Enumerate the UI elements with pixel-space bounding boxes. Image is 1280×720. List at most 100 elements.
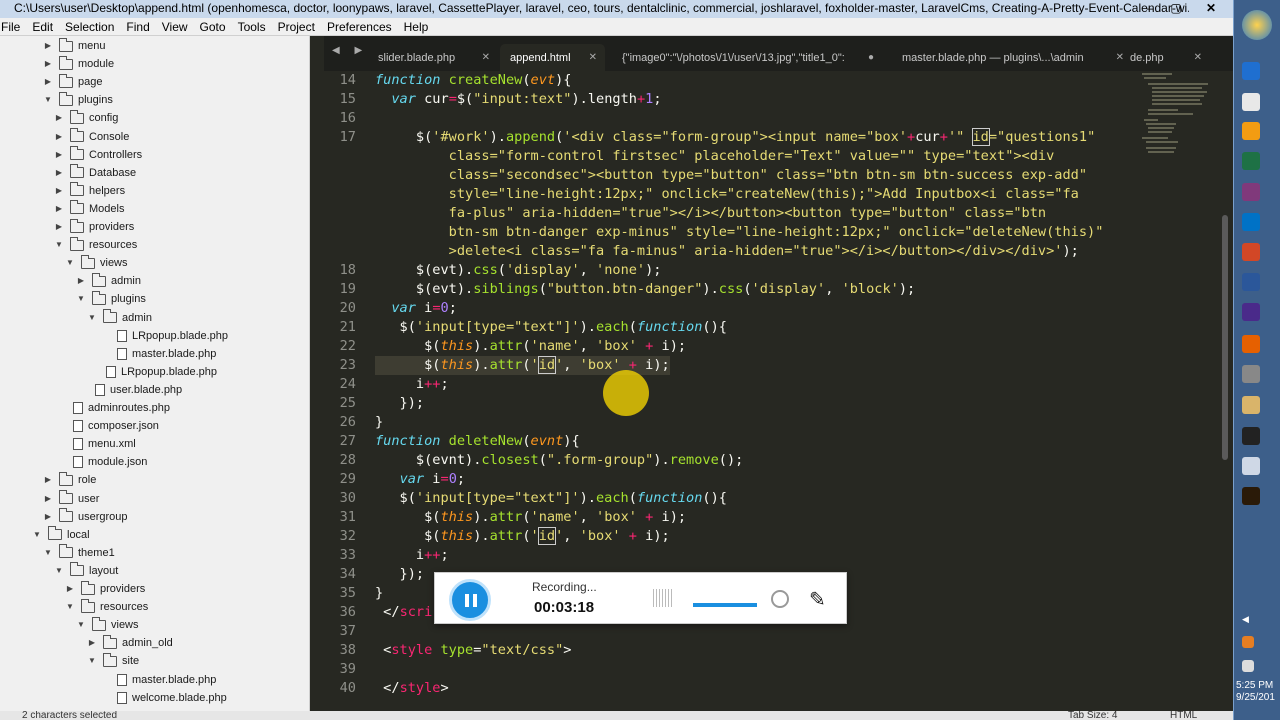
code-line[interactable]: class="form-control firstsec" placeholde… [324,147,1134,166]
tree-item[interactable]: ▶ providers [65,580,145,598]
chrome-icon[interactable] [1242,93,1260,111]
chevron-right-icon[interactable]: ▶ [43,73,53,91]
tree-item[interactable]: ▶ role [43,471,96,489]
volume-slider[interactable] [693,603,757,607]
chevron-right-icon[interactable]: ▶ [54,218,64,236]
editor-tab[interactable]: append.html ✕ [500,44,605,72]
status-syntax[interactable]: HTML [1170,711,1197,720]
editor-tab[interactable]: de.php ✕ [1120,44,1210,72]
chevron-down-icon[interactable]: ▼ [76,616,86,634]
photoshop-icon[interactable] [1242,303,1260,321]
code-line[interactable]: 29 var i=0; [324,470,1134,489]
code-line[interactable]: 27 function deleteNew(evnt){ [324,432,1134,451]
code-line[interactable]: 23 $(this).attr('id', 'box' + i); [324,356,1134,375]
tree-item[interactable]: module.json [54,453,147,471]
excel-icon[interactable] [1242,152,1260,170]
chevron-down-icon[interactable]: ▼ [32,526,42,544]
tree-item[interactable]: ▶ module [43,55,114,73]
minimize-button[interactable]: – [1137,0,1163,18]
tree-item[interactable]: ▼ views [76,616,139,634]
code-line[interactable]: 17 $('#work').append('<div class="form-g… [324,128,1134,147]
code-line[interactable]: 22 $(this).attr('name', 'box' + i); [324,337,1134,356]
code-line[interactable]: 38 <style type="text/css"> [324,641,1134,660]
tab-close-icon[interactable]: ✕ [589,44,597,72]
chevron-down-icon[interactable]: ▼ [76,290,86,308]
menu-file[interactable]: File [0,18,26,35]
code-line[interactable]: 32 $(this).attr('id', 'box' + i); [324,527,1134,546]
tree-item[interactable]: ▼ admin [87,309,152,327]
tab-close-icon[interactable]: ✕ [482,44,490,72]
clock[interactable]: 5:25 PM 9/25/201 [1236,680,1275,704]
tree-item[interactable]: ▶ menu [43,37,106,55]
tab-nav-arrows[interactable]: ◀ ▶ [332,45,368,56]
maximize-button[interactable]: ▢ [1163,0,1189,18]
code-line[interactable]: 28 $(evnt).closest(".form-group").remove… [324,451,1134,470]
editor-tab[interactable]: master.blade.php — plugins\...\admin ✕ [892,44,1132,72]
chevron-right-icon[interactable]: ▶ [54,182,64,200]
unsaved-dot-icon[interactable]: ● [868,44,874,72]
chevron-right-icon[interactable]: ▶ [65,580,75,598]
tree-item[interactable]: composer.json [54,417,159,435]
chevron-down-icon[interactable]: ▼ [65,254,75,272]
outlook-icon[interactable] [1242,213,1260,231]
tree-item[interactable]: ▶ Database [54,164,136,182]
tree-item[interactable]: ▶ admin [76,272,141,290]
code-line[interactable]: 24 i++; [324,375,1134,394]
code-line[interactable]: 39 [324,660,1134,679]
chevron-right-icon[interactable]: ▶ [54,200,64,218]
menu-preferences[interactable]: Preferences [321,18,398,35]
tree-item[interactable]: ▶ providers [54,218,134,236]
tree-item[interactable]: ▶ admin_old [87,634,173,652]
code-line[interactable]: class="secondsec"><button type="button" … [324,166,1134,185]
explorer-icon[interactable] [1242,396,1260,414]
editor-tab[interactable]: {"image0":"\/photos\/1\/user\/13.jpg","t… [612,44,882,72]
tab-close-icon[interactable]: ✕ [1194,44,1202,72]
volume-icon[interactable] [1242,660,1254,672]
close-button[interactable]: ✕ [1189,0,1233,18]
tray-app-icon[interactable] [1242,636,1254,648]
menu-view[interactable]: View [156,18,194,35]
chevron-down-icon[interactable]: ▼ [65,598,75,616]
tree-item[interactable]: ▼ plugins [43,91,113,109]
vertical-scrollbar[interactable] [1222,215,1228,460]
chevron-right-icon[interactable]: ▶ [43,508,53,526]
chevron-right-icon[interactable]: ▶ [54,109,64,127]
status-tab-size[interactable]: Tab Size: 4 [1068,711,1117,720]
chevron-right-icon[interactable]: ▶ [54,128,64,146]
tree-item[interactable]: ▶ config [54,109,118,127]
tree-item[interactable]: ▶ Controllers [54,146,142,164]
minimap[interactable] [1140,71,1220,191]
tree-item[interactable]: ▼ local [32,526,90,544]
chevron-down-icon[interactable]: ▼ [87,309,97,327]
chevron-right-icon[interactable]: ▶ [87,634,97,652]
ie-icon[interactable] [1242,62,1260,80]
tree-item[interactable]: ▶ Models [54,200,124,218]
chevron-down-icon[interactable]: ▼ [43,544,53,562]
media-player-icon[interactable] [1242,122,1260,140]
menu-find[interactable]: Find [120,18,155,35]
code-line[interactable]: fa-plus" aria-hidden="true"></i></button… [324,204,1134,223]
tree-item[interactable]: ▶ usergroup [43,508,128,526]
pen-icon[interactable]: ✎ [809,587,826,612]
tree-item[interactable]: ▶ helpers [54,182,125,200]
tree-item[interactable]: ▼ site [87,652,139,670]
code-line[interactable]: btn-sm btn-danger exp-minus" style="line… [324,223,1134,242]
chevron-down-icon[interactable]: ▼ [43,91,53,109]
chevron-down-icon[interactable]: ▼ [54,562,64,580]
tree-item[interactable]: LRpopup.blade.php [87,363,217,381]
chevron-right-icon[interactable]: ▶ [43,490,53,508]
onenote-icon[interactable] [1242,183,1260,201]
illustrator-icon[interactable] [1242,487,1260,505]
tray-expand-icon[interactable]: ◀ [1242,614,1249,625]
tree-item[interactable]: welcome.blade.php [98,689,227,707]
chevron-right-icon[interactable]: ▶ [54,164,64,182]
tree-item[interactable]: user.blade.php [76,381,182,399]
chevron-right-icon[interactable]: ▶ [43,55,53,73]
chevron-right-icon[interactable]: ▶ [76,272,86,290]
code-line[interactable]: style="line-height:12px;" onclick="creat… [324,185,1134,204]
tree-item[interactable]: ▶ page [43,73,102,91]
start-orb-icon[interactable] [1242,10,1272,40]
code-line[interactable]: 40 </style> [324,679,1134,698]
menu-tools[interactable]: Tools [232,18,272,35]
code-line[interactable]: 15 var cur=$("input:text").length+1; [324,90,1134,109]
